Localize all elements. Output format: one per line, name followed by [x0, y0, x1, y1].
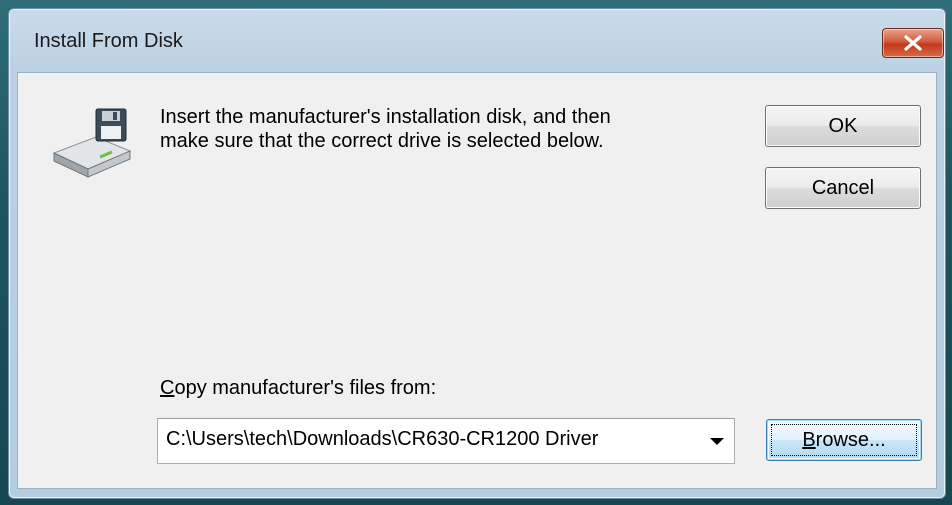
copy-label-accelerator: C [160, 377, 175, 399]
copy-label-text: opy manufacturer's files from: [174, 377, 437, 399]
instruction-line-1: Insert the manufacturer's installation d… [160, 106, 611, 128]
instruction-text: Insert the manufacturer's installation d… [160, 105, 720, 153]
focus-rectangle [771, 424, 917, 456]
dialog-title: Install From Disk [34, 30, 183, 52]
dialog-body: Insert the manufacturer's installation d… [17, 72, 937, 489]
cancel-button[interactable]: Cancel [765, 167, 921, 209]
title-bar[interactable]: Install From Disk [8, 22, 944, 66]
close-button[interactable] [882, 28, 944, 58]
dropdown-button[interactable] [700, 419, 734, 463]
floppy-disk-drive-icon [52, 108, 132, 178]
chevron-down-icon [710, 438, 724, 445]
instruction-line-2: make sure that the correct drive is sele… [160, 130, 604, 152]
close-icon [904, 35, 922, 51]
source-path-value[interactable]: C:\Users\tech\Downloads\CR630-CR1200 Dri… [166, 428, 598, 451]
ok-button[interactable]: OK [765, 105, 921, 147]
copy-from-label: Copy manufacturer's files from: [160, 377, 436, 400]
source-path-combobox[interactable]: C:\Users\tech\Downloads\CR630-CR1200 Dri… [157, 418, 735, 464]
browse-button[interactable]: Browse... [766, 419, 922, 461]
